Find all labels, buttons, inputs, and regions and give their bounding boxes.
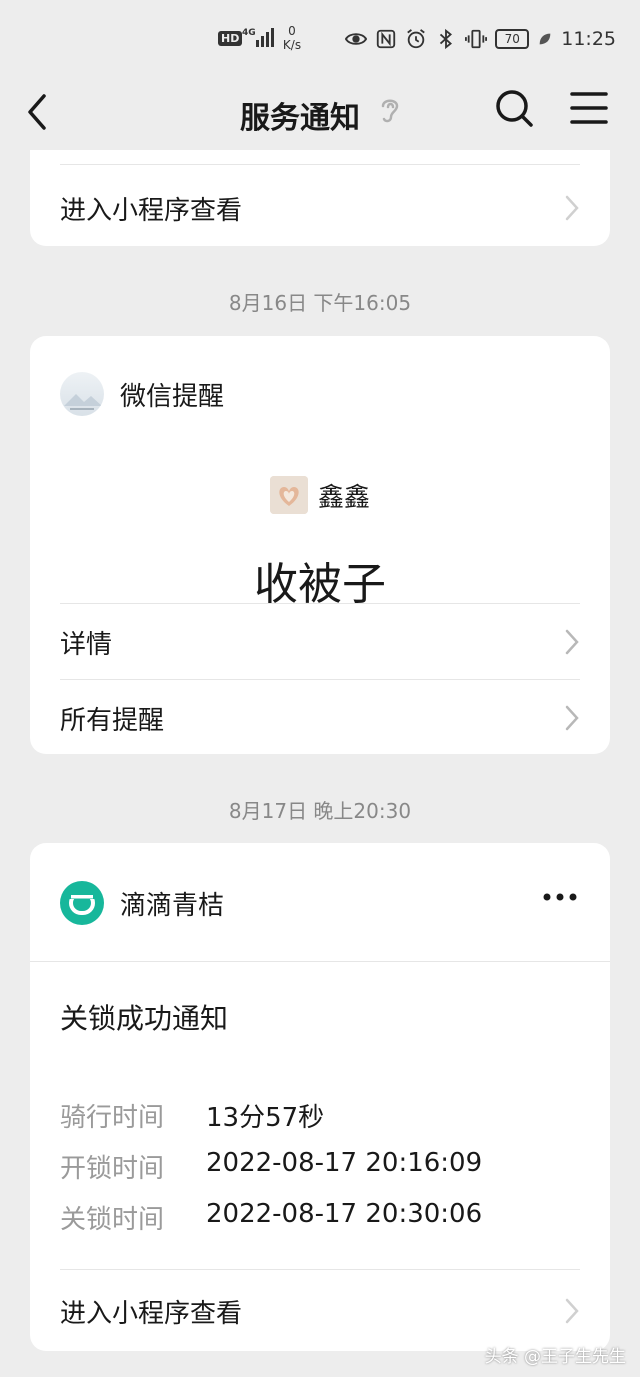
all-reminders-link[interactable]: 所有提醒: [60, 680, 580, 756]
ear-icon[interactable]: [378, 94, 402, 126]
didi-logo-icon: [69, 891, 95, 915]
status-bar: HD 4G 0 K/s 70 11:25: [0, 0, 640, 76]
sender-avatar: [269, 476, 308, 514]
field-value: 2022-08-17 20:16:09: [206, 1148, 483, 1178]
alarm-icon: [407, 29, 426, 49]
sender-name: 鑫鑫: [317, 482, 370, 513]
network-speed: 0 K/s: [280, 24, 304, 52]
open-miniprogram-label: 进入小程序查看: [60, 1298, 243, 1329]
watermark: 头条 @王子生先生: [484, 1347, 626, 1367]
didi-app-header[interactable]: 滴滴青桔: [60, 881, 224, 925]
unlock-time-row: 开锁时间 2022-08-17 20:16:09: [60, 1148, 482, 1185]
chevron-right-icon: [565, 705, 579, 731]
menu-icon[interactable]: [570, 88, 608, 128]
open-miniprogram-link[interactable]: 进入小程序查看: [60, 1273, 580, 1349]
reminder-sender: 鑫鑫: [30, 476, 610, 514]
eye-icon: [345, 33, 368, 45]
didi-app-name: 滴滴青桔: [120, 890, 225, 921]
lock-time-row: 关锁时间 2022-08-17 20:30:06: [60, 1199, 482, 1236]
clock: 11:25: [561, 28, 616, 50]
reminder-app-name: 微信提醒: [120, 381, 225, 412]
landscape-icon: [64, 394, 102, 410]
message-timestamp: 8月16日 下午16:05: [228, 291, 412, 315]
notification-card-top: 进入小程序查看: [30, 150, 610, 246]
nfc-icon: [377, 29, 396, 49]
didi-notice-card: 滴滴青桔 关锁成功通知 骑行时间 13分57秒 开锁时间 2022-08-17 …: [30, 843, 610, 1351]
more-options-icon[interactable]: [542, 891, 578, 903]
message-timestamp: 8月17日 晚上20:30: [228, 799, 412, 823]
details-label: 详情: [60, 629, 113, 660]
hd-badge: HD: [218, 31, 243, 46]
divider: [60, 1269, 580, 1270]
network-type-label: 4G: [242, 28, 256, 38]
field-key: 关锁时间: [60, 1205, 165, 1235]
leaf-icon: [539, 33, 551, 45]
bluetooth-icon: [440, 28, 453, 50]
field-value: 13分57秒: [206, 1103, 325, 1133]
reminder-app-avatar: [60, 372, 104, 416]
chevron-right-icon: [565, 195, 579, 221]
notice-title: 关锁成功通知: [60, 1002, 229, 1035]
signal-icon: 4G: [242, 28, 274, 47]
divider: [30, 961, 610, 962]
vibrate-icon: [465, 29, 488, 49]
reminder-app-header[interactable]: 微信提醒: [60, 372, 224, 416]
nav-bar: 服务通知: [0, 76, 640, 152]
field-value: 2022-08-17 20:30:06: [206, 1199, 483, 1229]
network-speed-value: 0: [288, 24, 296, 38]
ride-duration-row: 骑行时间 13分57秒: [60, 1097, 324, 1134]
battery-indicator: 70: [495, 29, 530, 49]
chevron-right-icon: [565, 1298, 579, 1324]
heart-hands-icon: [269, 476, 308, 514]
field-key: 开锁时间: [60, 1154, 165, 1184]
reminder-card: 微信提醒 鑫鑫 收被子 详情 所有提醒: [30, 336, 610, 754]
open-miniprogram-link[interactable]: 进入小程序查看: [60, 170, 580, 246]
didi-app-avatar: [60, 881, 104, 925]
details-link[interactable]: 详情: [60, 604, 580, 680]
network-speed-unit: K/s: [282, 38, 302, 52]
search-icon[interactable]: [494, 88, 534, 128]
field-key: 骑行时间: [60, 1103, 165, 1133]
open-miniprogram-label: 进入小程序查看: [60, 195, 243, 226]
all-reminders-label: 所有提醒: [60, 705, 165, 736]
divider: [60, 164, 580, 165]
chevron-right-icon: [565, 629, 579, 655]
page-title: 服务通知: [240, 101, 360, 136]
